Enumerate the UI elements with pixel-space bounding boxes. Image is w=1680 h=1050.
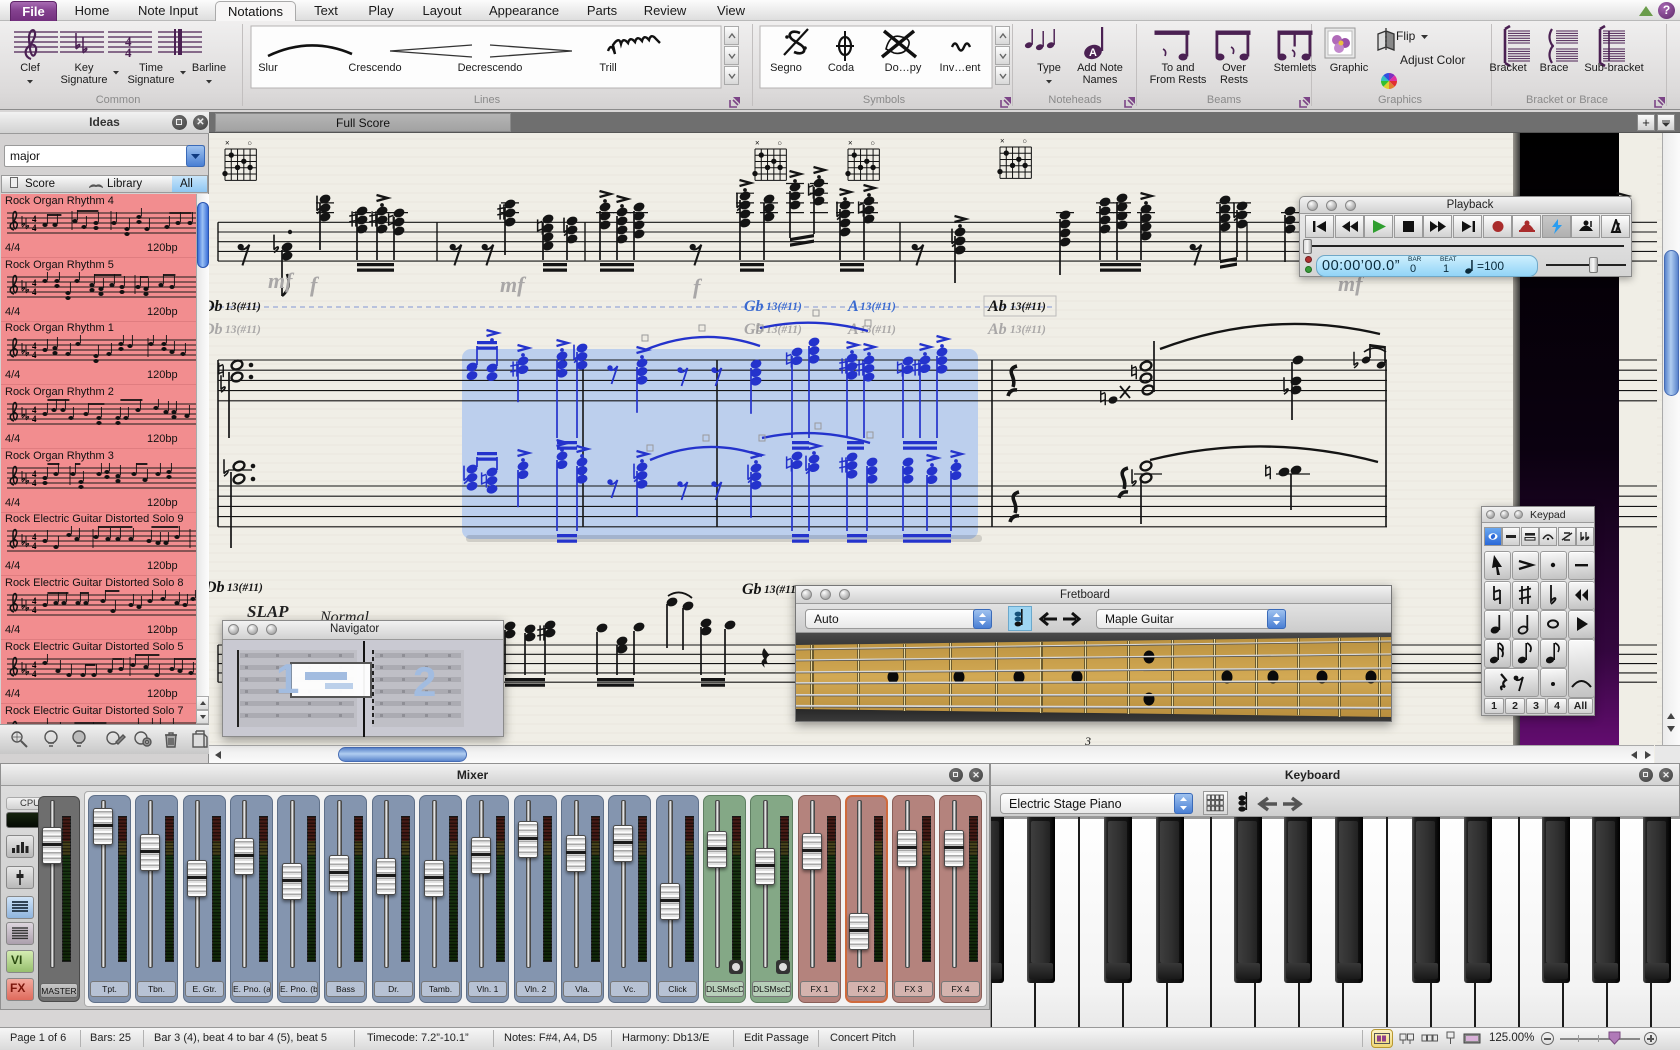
svg-text:mf: mf bbox=[500, 272, 527, 297]
svg-text:4: 4 bbox=[32, 287, 37, 297]
svg-text:13(#11): 13(#11) bbox=[225, 301, 261, 313]
svg-text:Gb: Gb bbox=[742, 581, 762, 598]
svg-text:Db: Db bbox=[208, 321, 223, 338]
svg-text:mf: mf bbox=[268, 268, 295, 293]
svg-text:4: 4 bbox=[32, 414, 37, 424]
svg-text:Ab: Ab bbox=[987, 321, 1007, 338]
svg-text:Db: Db bbox=[208, 579, 225, 596]
svg-text:○: ○ bbox=[1022, 137, 1027, 146]
svg-text:4: 4 bbox=[32, 605, 37, 615]
svg-text:Db: Db bbox=[208, 298, 223, 315]
svg-text:○: ○ bbox=[870, 139, 875, 148]
svg-text:Gb: Gb bbox=[744, 321, 764, 338]
svg-text:A: A bbox=[1089, 47, 1097, 59]
svg-text:○: ○ bbox=[777, 139, 782, 148]
svg-text:13(#11): 13(#11) bbox=[860, 301, 896, 313]
svg-text:Ab: Ab bbox=[987, 298, 1007, 315]
svg-text:×: × bbox=[225, 139, 230, 148]
svg-text:4: 4 bbox=[32, 478, 37, 488]
svg-text:4: 4 bbox=[32, 669, 37, 679]
svg-text:13(#11): 13(#11) bbox=[227, 582, 263, 594]
svg-text:13(#11): 13(#11) bbox=[1010, 324, 1046, 336]
svg-text:4: 4 bbox=[32, 350, 37, 360]
svg-text:13(#11): 13(#11) bbox=[766, 301, 802, 313]
svg-text:SLAP: SLAP bbox=[247, 602, 289, 621]
svg-text:Gb: Gb bbox=[744, 298, 764, 315]
svg-text:○: ○ bbox=[247, 139, 252, 148]
svg-text:×: × bbox=[755, 139, 760, 148]
svg-text:×: × bbox=[848, 139, 853, 148]
svg-text:4: 4 bbox=[32, 541, 37, 551]
svg-text:4: 4 bbox=[32, 223, 37, 233]
svg-text:A: A bbox=[847, 298, 859, 315]
svg-text:13(#11): 13(#11) bbox=[1010, 301, 1046, 313]
svg-text:×: × bbox=[1000, 137, 1005, 146]
svg-text:13(#11): 13(#11) bbox=[225, 324, 261, 336]
svg-text:4: 4 bbox=[125, 45, 132, 60]
